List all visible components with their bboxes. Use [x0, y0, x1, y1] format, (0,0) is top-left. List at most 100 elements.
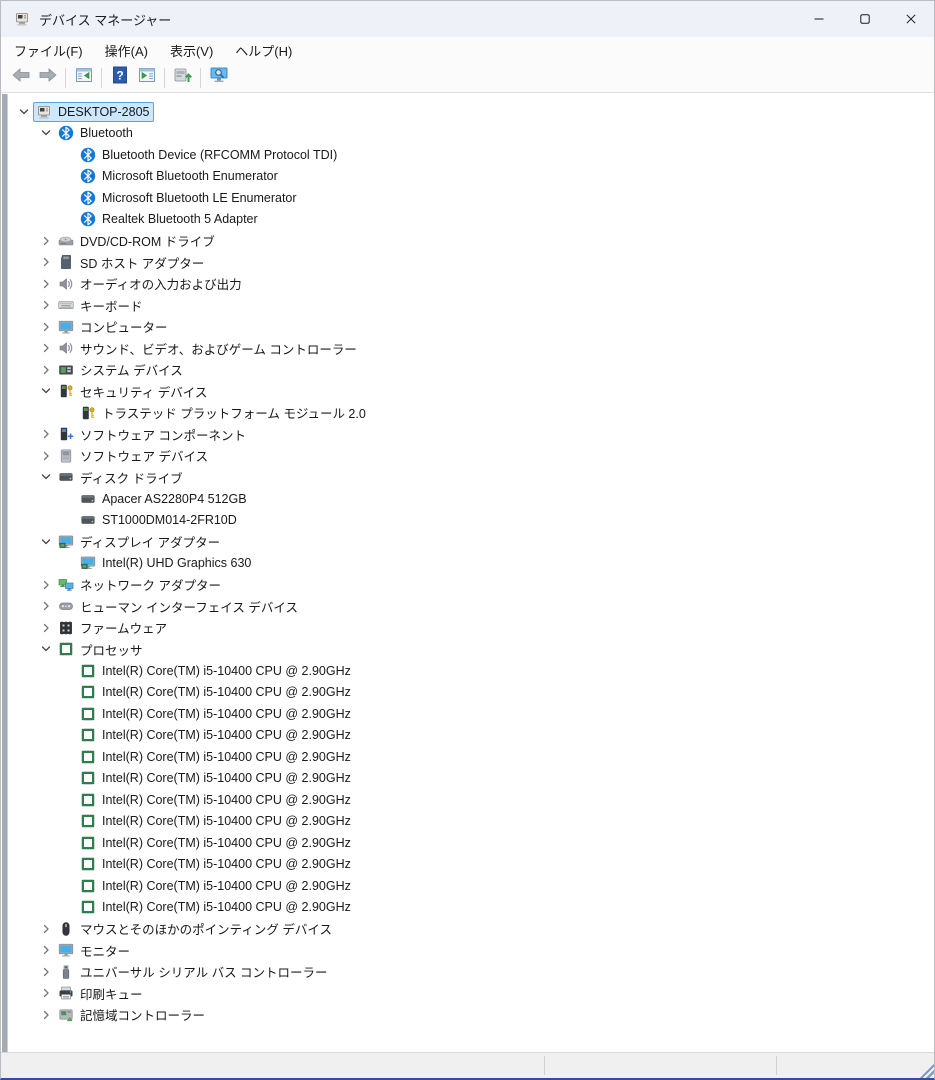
tree-row[interactable]: Bluetooth [8, 123, 933, 145]
tree-row[interactable]: Intel(R) Core(TM) i5-10400 CPU @ 2.90GHz [8, 897, 933, 919]
tree-node[interactable]: キーボード [55, 294, 148, 317]
tree-node[interactable]: Intel(R) Core(TM) i5-10400 CPU @ 2.90GHz [77, 854, 356, 874]
tree-node[interactable]: DESKTOP-2805 [33, 101, 155, 122]
tree-row[interactable]: Bluetooth Device (RFCOMM Protocol TDI) [8, 144, 933, 166]
tree-node[interactable]: システム デバイス [55, 358, 188, 381]
tree-node[interactable]: Intel(R) Core(TM) i5-10400 CPU @ 2.90GHz [77, 768, 356, 788]
tree-row[interactable]: ユニバーサル シリアル バス コントローラー [8, 961, 933, 983]
tree-node[interactable]: Intel(R) Core(TM) i5-10400 CPU @ 2.90GHz [77, 725, 356, 745]
chevron-right-icon[interactable] [36, 254, 55, 270]
tree-node[interactable]: ST1000DM014-2FR10D [77, 510, 242, 530]
tree-node[interactable]: Intel(R) Core(TM) i5-10400 CPU @ 2.90GHz [77, 682, 356, 702]
tree-node[interactable]: サウンド、ビデオ、およびゲーム コントローラー [55, 337, 362, 360]
tree-node[interactable]: Intel(R) Core(TM) i5-10400 CPU @ 2.90GHz [77, 897, 356, 917]
tree-node[interactable]: コンピューター [55, 315, 173, 338]
tree-row[interactable]: ソフトウェア コンポーネント [8, 424, 933, 446]
tree-node[interactable]: トラステッド プラットフォーム モジュール 2.0 [77, 401, 371, 424]
tree-node[interactable]: マウスとそのほかのポインティング デバイス [55, 917, 337, 940]
tree-row[interactable]: SD ホスト アダプター [8, 252, 933, 274]
tree-row[interactable]: Intel(R) Core(TM) i5-10400 CPU @ 2.90GHz [8, 682, 933, 704]
tree-row[interactable]: システム デバイス [8, 359, 933, 381]
tree-row[interactable]: ディスク ドライブ [8, 467, 933, 489]
tree-node[interactable]: Intel(R) Core(TM) i5-10400 CPU @ 2.90GHz [77, 811, 356, 831]
tree-row[interactable]: マウスとそのほかのポインティング デバイス [8, 918, 933, 940]
back-button[interactable] [7, 65, 34, 90]
tree-row[interactable]: Intel(R) Core(TM) i5-10400 CPU @ 2.90GHz [8, 725, 933, 747]
properties-button[interactable] [133, 65, 160, 90]
show-console-tree-button[interactable] [70, 65, 97, 90]
tree-row[interactable]: Intel(R) Core(TM) i5-10400 CPU @ 2.90GHz [8, 811, 933, 833]
tree-row[interactable]: DVD/CD-ROM ドライブ [8, 230, 933, 252]
tree-node[interactable]: プロセッサ [55, 638, 148, 661]
device-search-button[interactable] [205, 65, 232, 90]
menu-help[interactable]: ヘルプ(H) [224, 38, 303, 63]
tree-node[interactable]: ヒューマン インターフェイス デバイス [55, 595, 303, 618]
tree-row[interactable]: オーディオの入力および出力 [8, 273, 933, 295]
tree-row[interactable]: Realtek Bluetooth 5 Adapter [8, 209, 933, 231]
tree-row[interactable]: Intel(R) UHD Graphics 630 [8, 553, 933, 575]
menu-view[interactable]: 表示(V) [159, 38, 224, 63]
chevron-down-icon[interactable] [36, 534, 55, 550]
chevron-right-icon[interactable] [36, 1007, 55, 1023]
tree-row[interactable]: Intel(R) Core(TM) i5-10400 CPU @ 2.90GHz [8, 660, 933, 682]
chevron-right-icon[interactable] [36, 620, 55, 636]
tree-node[interactable]: 記憶域コントローラー [55, 1003, 210, 1026]
tree-node[interactable]: モニター [55, 939, 135, 962]
help-button[interactable]: ? [106, 65, 133, 90]
tree-row[interactable]: トラステッド プラットフォーム モジュール 2.0 [8, 402, 933, 424]
tree-node[interactable]: 印刷キュー [55, 982, 148, 1005]
tree-node[interactable]: Bluetooth Device (RFCOMM Protocol TDI) [77, 145, 342, 165]
tree-node[interactable]: ソフトウェア デバイス [55, 444, 213, 467]
tree-node[interactable]: ディスプレイ アダプター [55, 530, 225, 553]
tree-row[interactable]: ST1000DM014-2FR10D [8, 510, 933, 532]
tree-row[interactable]: ソフトウェア デバイス [8, 445, 933, 467]
tree-node[interactable]: Intel(R) Core(TM) i5-10400 CPU @ 2.90GHz [77, 747, 356, 767]
tree-row[interactable]: ファームウェア [8, 617, 933, 639]
tree-row[interactable]: コンピューター [8, 316, 933, 338]
tree-node[interactable]: SD ホスト アダプター [55, 251, 209, 274]
tree-node[interactable]: Apacer AS2280P4 512GB [77, 489, 252, 509]
close-button[interactable] [888, 1, 934, 37]
tree-row[interactable]: プロセッサ [8, 639, 933, 661]
tree-node[interactable]: Intel(R) Core(TM) i5-10400 CPU @ 2.90GHz [77, 833, 356, 853]
tree-row[interactable]: ネットワーク アダプター [8, 574, 933, 596]
chevron-right-icon[interactable] [36, 985, 55, 1001]
tree-node[interactable]: Intel(R) UHD Graphics 630 [77, 553, 256, 573]
tree-row[interactable]: ディスプレイ アダプター [8, 531, 933, 553]
chevron-down-icon[interactable] [36, 383, 55, 399]
chevron-right-icon[interactable] [36, 297, 55, 313]
chevron-right-icon[interactable] [36, 942, 55, 958]
chevron-right-icon[interactable] [36, 577, 55, 593]
tree-node[interactable]: Intel(R) Core(TM) i5-10400 CPU @ 2.90GHz [77, 704, 356, 724]
tree-row[interactable]: Apacer AS2280P4 512GB [8, 488, 933, 510]
tree-row[interactable]: Intel(R) Core(TM) i5-10400 CPU @ 2.90GHz [8, 746, 933, 768]
tree-node[interactable]: Microsoft Bluetooth LE Enumerator [77, 188, 302, 208]
tree-row[interactable]: Intel(R) Core(TM) i5-10400 CPU @ 2.90GHz [8, 768, 933, 790]
chevron-down-icon[interactable] [14, 104, 33, 120]
menu-file[interactable]: ファイル(F) [3, 38, 94, 63]
forward-button[interactable] [34, 65, 61, 90]
tree-row[interactable]: モニター [8, 940, 933, 962]
tree-node[interactable]: セキュリティ デバイス [55, 380, 212, 403]
tree-row[interactable]: キーボード [8, 295, 933, 317]
chevron-right-icon[interactable] [36, 233, 55, 249]
minimize-button[interactable] [796, 1, 842, 37]
resize-grip-icon[interactable] [918, 1062, 934, 1078]
chevron-down-icon[interactable] [36, 125, 55, 141]
tree-row[interactable]: DESKTOP-2805 [8, 101, 933, 123]
tree-node[interactable]: ユニバーサル シリアル バス コントローラー [55, 960, 333, 983]
tree-row[interactable]: Intel(R) Core(TM) i5-10400 CPU @ 2.90GHz [8, 789, 933, 811]
tree-row[interactable]: Intel(R) Core(TM) i5-10400 CPU @ 2.90GHz [8, 832, 933, 854]
maximize-button[interactable] [842, 1, 888, 37]
tree-node[interactable]: ファームウェア [55, 616, 172, 639]
chevron-right-icon[interactable] [36, 448, 55, 464]
tree-row[interactable]: セキュリティ デバイス [8, 381, 933, 403]
tree-node[interactable]: Intel(R) Core(TM) i5-10400 CPU @ 2.90GHz [77, 876, 356, 896]
tree-node[interactable]: オーディオの入力および出力 [55, 272, 247, 295]
chevron-right-icon[interactable] [36, 319, 55, 335]
tree-node[interactable]: Bluetooth [55, 123, 138, 143]
chevron-down-icon[interactable] [36, 641, 55, 657]
tree-node[interactable]: ソフトウェア コンポーネント [55, 423, 251, 446]
tree-node[interactable]: Realtek Bluetooth 5 Adapter [77, 209, 263, 229]
chevron-right-icon[interactable] [36, 362, 55, 378]
